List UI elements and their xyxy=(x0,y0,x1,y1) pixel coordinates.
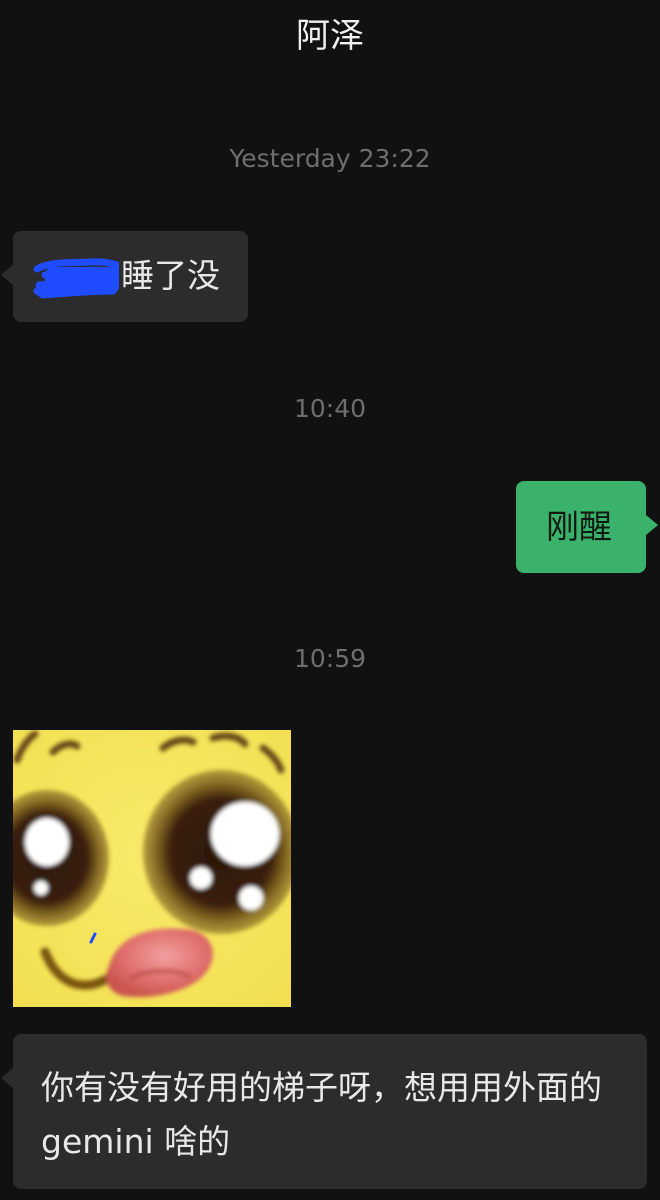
message-text: 刚醒 xyxy=(546,507,612,546)
duck-face-sticker[interactable] xyxy=(13,730,291,1007)
message-bubble-incoming[interactable]: 睡了没 xyxy=(1,231,248,322)
message-bubble-incoming[interactable]: 你有没有好用的梯子呀，想用用外面的 gemini 啥的 xyxy=(1,1034,647,1189)
message-text: 睡了没 xyxy=(121,256,220,295)
redaction-scribble xyxy=(33,257,119,298)
timestamp: 10:59 xyxy=(293,644,367,673)
message-bubble-outgoing[interactable]: 刚醒 xyxy=(516,481,658,573)
timestamp: Yesterday 23:22 xyxy=(229,144,431,173)
timestamp: 10:40 xyxy=(293,394,367,423)
chat-title: 阿泽 xyxy=(296,16,364,56)
message-text: 你有没有好用的梯子呀，想用用外面的 gemini 啥的 xyxy=(41,1068,602,1161)
